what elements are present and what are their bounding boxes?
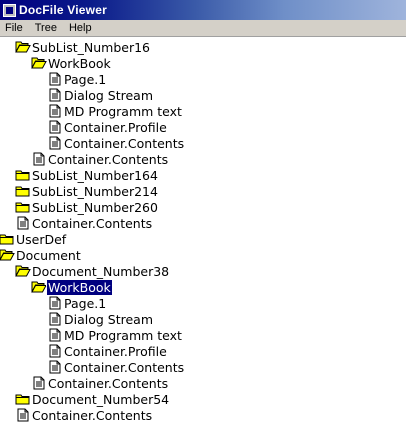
tree-node-label[interactable]: SubList_Number16 xyxy=(31,40,151,55)
folder-open-icon[interactable] xyxy=(31,280,47,294)
tree-node-label[interactable]: Container.Contents xyxy=(31,408,153,423)
tree-node[interactable]: Container.Contents xyxy=(15,407,153,423)
tree-node-label[interactable]: Container.Profile xyxy=(63,120,168,135)
tree-node-label[interactable]: Dialog Stream xyxy=(63,88,154,103)
tree-node-label[interactable]: SubList_Number214 xyxy=(31,184,159,199)
tree-node[interactable]: MD Programm text xyxy=(47,103,183,119)
document-icon[interactable] xyxy=(47,328,63,342)
tree-node-label[interactable]: Container.Contents xyxy=(31,216,153,231)
title-bar[interactable]: DocFile Viewer xyxy=(0,0,406,20)
tree-node-label[interactable]: Document xyxy=(15,248,82,263)
document-icon[interactable] xyxy=(31,152,47,166)
document-icon[interactable] xyxy=(15,408,31,422)
tree-node-label[interactable]: WorkBook xyxy=(46,278,113,296)
folder-open-icon[interactable] xyxy=(0,248,15,262)
document-icon[interactable] xyxy=(47,296,63,310)
tree-node[interactable]: Page.1 xyxy=(47,295,107,311)
tree-node[interactable]: Container.Contents xyxy=(47,359,185,375)
tree-node[interactable]: Page.1 xyxy=(47,71,107,87)
tree-node[interactable]: Document_Number38 xyxy=(15,263,170,279)
tree-node-label[interactable]: WorkBook xyxy=(47,56,112,71)
tree-node-label[interactable]: Document_Number38 xyxy=(31,264,170,279)
tree-node[interactable]: Container.Contents xyxy=(31,375,169,391)
folder-closed-icon[interactable] xyxy=(0,232,15,246)
tree-node-label[interactable]: Container.Contents xyxy=(63,360,185,375)
tree-node[interactable]: WorkBook xyxy=(31,55,112,71)
tree-node[interactable]: Dialog Stream xyxy=(47,311,154,327)
tree-node[interactable]: UserDef xyxy=(0,231,67,247)
folder-closed-icon[interactable] xyxy=(15,392,31,406)
document-icon[interactable] xyxy=(47,104,63,118)
tree-node-label[interactable]: Dialog Stream xyxy=(63,312,154,327)
tree-node-label[interactable]: Document_Number54 xyxy=(31,392,170,407)
document-icon[interactable] xyxy=(47,72,63,86)
tree-node[interactable]: WorkBook xyxy=(31,278,113,296)
tree-node-label[interactable]: Container.Contents xyxy=(47,376,169,391)
tree-node[interactable]: SubList_Number16 xyxy=(15,39,151,55)
tree-view[interactable]: SubList_Number16 WorkBook Page.1 Dialog Str… xyxy=(0,37,406,425)
document-icon[interactable] xyxy=(47,312,63,326)
document-icon[interactable] xyxy=(47,88,63,102)
menu-help[interactable]: Help xyxy=(64,22,99,34)
tree-node[interactable]: Document_Number54 xyxy=(15,391,170,407)
menu-tree[interactable]: Tree xyxy=(30,22,64,34)
tree-node-label[interactable]: SubList_Number260 xyxy=(31,200,159,215)
tree-node[interactable]: Container.Profile xyxy=(47,119,168,135)
folder-open-icon[interactable] xyxy=(15,264,31,278)
folder-closed-icon[interactable] xyxy=(15,168,31,182)
tree-node[interactable]: SubList_Number260 xyxy=(15,199,159,215)
folder-open-icon[interactable] xyxy=(31,56,47,70)
tree-node-label[interactable]: Container.Profile xyxy=(63,344,168,359)
tree-node-label[interactable]: UserDef xyxy=(15,232,67,247)
tree-node[interactable]: SubList_Number164 xyxy=(15,167,159,183)
tree-node-label[interactable]: Container.Contents xyxy=(63,136,185,151)
folder-closed-icon[interactable] xyxy=(15,184,31,198)
tree-node-label[interactable]: Page.1 xyxy=(63,72,107,87)
tree-node[interactable]: Dialog Stream xyxy=(47,87,154,103)
tree-node-label[interactable]: SubList_Number164 xyxy=(31,168,159,183)
tree-node[interactable]: SubList_Number214 xyxy=(15,183,159,199)
document-icon[interactable] xyxy=(15,216,31,230)
app-icon[interactable] xyxy=(3,3,16,17)
tree-node[interactable]: MD Programm text xyxy=(47,327,183,343)
tree-node-label[interactable]: MD Programm text xyxy=(63,328,183,343)
tree-node-label[interactable]: Container.Contents xyxy=(47,152,169,167)
window-title: DocFile Viewer xyxy=(19,3,107,17)
document-icon[interactable] xyxy=(47,136,63,150)
document-icon[interactable] xyxy=(31,376,47,390)
tree-node[interactable]: Container.Contents xyxy=(31,151,169,167)
tree-node[interactable]: Container.Contents xyxy=(15,215,153,231)
tree-node-label[interactable]: Page.1 xyxy=(63,296,107,311)
tree-node-label[interactable]: MD Programm text xyxy=(63,104,183,119)
document-icon[interactable] xyxy=(47,360,63,374)
menu-file[interactable]: File xyxy=(0,22,30,34)
menu-bar: File Tree Help xyxy=(0,20,406,37)
tree-node[interactable]: Container.Profile xyxy=(47,343,168,359)
tree-node[interactable]: Document xyxy=(0,247,82,263)
folder-open-icon[interactable] xyxy=(15,40,31,54)
document-icon[interactable] xyxy=(47,344,63,358)
folder-closed-icon[interactable] xyxy=(15,200,31,214)
document-icon[interactable] xyxy=(47,120,63,134)
tree-node[interactable]: Container.Contents xyxy=(47,135,185,151)
